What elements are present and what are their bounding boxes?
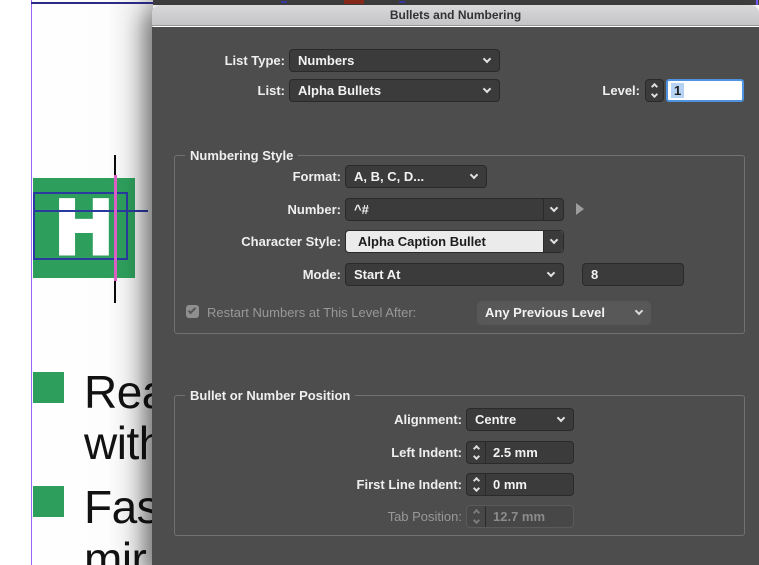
stepper-up-icon xyxy=(472,444,480,453)
tab-position-input: 12.7 mm xyxy=(466,505,574,528)
stepper-down-icon xyxy=(472,516,480,525)
position-legend: Bullet or Number Position xyxy=(185,388,356,404)
bullets-and-numbering-dialog: Bullets and Numbering List Type: Numbers… xyxy=(152,5,759,565)
left-indent-value: 2.5 mm xyxy=(493,445,538,460)
selection-frame-line xyxy=(33,210,148,212)
start-at-value: 8 xyxy=(591,267,599,282)
screenshot-stage: H Rea with Fas mir Bullets and Numbering… xyxy=(0,0,759,565)
stepper-down-icon xyxy=(650,90,659,99)
document-text-line: Fas xyxy=(84,481,160,533)
character-style-dropdown[interactable]: Alpha Caption Bullet xyxy=(345,230,564,253)
list-type-label: List Type: xyxy=(224,53,285,68)
restart-level-dropdown[interactable]: Any Previous Level xyxy=(477,301,651,325)
numbering-style-legend: Numbering Style xyxy=(185,148,299,164)
format-label: Format: xyxy=(292,169,341,184)
dialog-titlebar[interactable]: Bullets and Numbering xyxy=(152,5,759,26)
restart-label: Restart Numbers at This Level After: xyxy=(207,305,417,320)
list-value: Alpha Bullets xyxy=(298,83,382,98)
first-line-indent-label: First Line Indent: xyxy=(356,477,462,492)
number-flyout-arrow-icon[interactable] xyxy=(576,203,584,215)
list-bullet-square xyxy=(33,486,64,517)
tab-position-label: Tab Position: xyxy=(387,509,462,524)
chevron-down-icon xyxy=(469,170,479,180)
character-style-menu[interactable] xyxy=(543,231,563,252)
guide-fragment xyxy=(756,0,758,5)
stepper-up-icon xyxy=(650,82,659,91)
level-label: Level: xyxy=(602,83,640,98)
restart-level-value: Any Previous Level xyxy=(485,305,605,320)
start-at-input[interactable]: 8 xyxy=(582,263,684,286)
list-dropdown[interactable]: Alpha Bullets xyxy=(289,79,500,102)
list-label: List: xyxy=(257,83,285,98)
number-label: Number: xyxy=(287,202,341,217)
number-value: ^# xyxy=(354,202,369,217)
list-bullet-square xyxy=(33,372,64,403)
stepper-up-icon xyxy=(472,476,480,485)
alignment-dropdown[interactable]: Centre xyxy=(466,408,574,431)
level-input[interactable]: 1 xyxy=(666,79,744,102)
document-text-line: mir xyxy=(84,533,147,565)
guide-pink-vertical xyxy=(114,175,117,281)
chevron-down-icon xyxy=(482,84,492,94)
alignment-value: Centre xyxy=(475,412,517,427)
left-indent-input[interactable]: 2.5 mm xyxy=(466,441,574,464)
alignment-label: Alignment: xyxy=(394,412,462,427)
ruler-guide-vertical[interactable] xyxy=(31,0,32,565)
mode-label: Mode: xyxy=(302,267,341,282)
stepper-down-icon xyxy=(472,452,480,461)
restart-checkbox[interactable] xyxy=(186,305,199,318)
ruler-tick xyxy=(281,1,287,3)
tab-position-value: 12.7 mm xyxy=(493,509,546,524)
level-value: 1 xyxy=(671,83,685,98)
format-value: A, B, C, D... xyxy=(354,169,425,184)
first-line-indent-stepper[interactable] xyxy=(467,474,486,495)
number-combo-menu[interactable] xyxy=(543,199,563,220)
mode-dropdown[interactable]: Start At xyxy=(345,263,564,286)
stepper-up-icon xyxy=(472,508,480,517)
character-style-value: Alpha Caption Bullet xyxy=(358,234,486,249)
left-indent-stepper[interactable] xyxy=(467,442,486,463)
chevron-down-icon xyxy=(556,413,566,423)
number-combo[interactable]: ^# xyxy=(345,198,564,221)
first-line-indent-value: 0 mm xyxy=(493,477,527,492)
chevron-down-icon xyxy=(482,54,492,64)
format-dropdown[interactable]: A, B, C, D... xyxy=(345,165,487,188)
character-style-label: Character Style: xyxy=(241,234,341,249)
stepper-down-icon xyxy=(472,484,480,493)
left-indent-label: Left Indent: xyxy=(391,445,462,460)
list-type-value: Numbers xyxy=(298,53,355,68)
checkmark-icon xyxy=(187,305,197,315)
chevron-down-icon xyxy=(549,203,559,213)
chevron-down-icon xyxy=(549,235,559,245)
list-type-dropdown[interactable]: Numbers xyxy=(289,49,500,72)
mode-value: Start At xyxy=(354,267,401,282)
tab-position-stepper xyxy=(467,506,486,527)
first-line-indent-input[interactable]: 0 mm xyxy=(466,473,574,496)
chevron-down-icon xyxy=(546,268,556,278)
level-stepper[interactable] xyxy=(645,79,664,102)
background-tab-fragment xyxy=(344,0,364,4)
text-frame-top-edge xyxy=(31,2,153,4)
chevron-down-icon xyxy=(634,306,644,316)
dialog-title: Bullets and Numbering xyxy=(389,8,522,22)
ruler-tick xyxy=(399,1,405,3)
